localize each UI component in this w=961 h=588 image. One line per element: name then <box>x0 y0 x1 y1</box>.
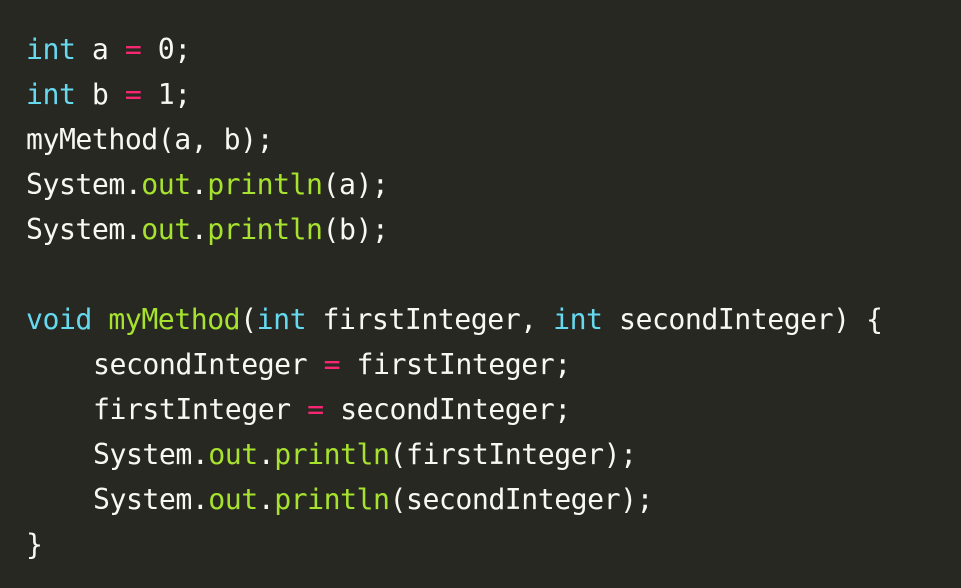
code-token: b <box>75 78 125 111</box>
operator-assign: = <box>124 78 142 111</box>
keyword-void: void <box>26 303 92 336</box>
keyword-int: int <box>256 303 307 336</box>
code-line-6-blank <box>26 252 961 297</box>
closing-brace: } <box>26 528 43 561</box>
code-line-3: myMethod(a, b); <box>26 117 961 162</box>
code-token: System. <box>93 483 209 516</box>
code-line-9: firstInteger = secondInteger; <box>26 387 961 432</box>
code-token: secondInteger; <box>323 393 571 426</box>
function-println: println <box>274 483 390 516</box>
code-line-5: System.out.println(b); <box>26 207 961 252</box>
code-token: 1; <box>141 78 191 111</box>
keyword-int: int <box>26 78 76 111</box>
code-token: (a); <box>322 168 389 201</box>
operator-assign: = <box>307 393 324 426</box>
function-println: println <box>207 168 323 201</box>
method-call: myMethod(a, b); <box>26 123 274 156</box>
code-token: firstInteger <box>93 393 308 426</box>
code-token: ( <box>240 303 257 336</box>
function-println: println <box>274 438 390 471</box>
code-token: a <box>75 33 125 66</box>
code-token: secondInteger) { <box>602 303 883 336</box>
code-token: . <box>257 483 275 516</box>
operator-assign: = <box>124 33 142 66</box>
code-token: System. <box>26 213 142 246</box>
code-line-8: secondInteger = firstInteger; <box>26 342 961 387</box>
code-token: System. <box>26 168 142 201</box>
code-token: (b); <box>322 213 389 246</box>
operator-assign: = <box>323 348 341 381</box>
code-token: . <box>190 168 208 201</box>
code-line-10: System.out.println(firstInteger); <box>26 432 961 477</box>
code-token: System. <box>93 438 209 471</box>
code-line-11: System.out.println(secondInteger); <box>26 477 961 522</box>
code-line-4: System.out.println(a); <box>26 162 961 207</box>
code-line-12: } <box>26 522 961 567</box>
keyword-int: int <box>553 303 603 336</box>
code-line-1: int a = 0; <box>26 27 961 72</box>
code-token: firstInteger, <box>306 303 554 336</box>
keyword-int: int <box>26 33 76 66</box>
function-name-mymethod: myMethod <box>108 303 241 336</box>
code-line-7: void myMethod(int firstInteger, int seco… <box>26 297 961 342</box>
function-println: println <box>207 213 323 246</box>
code-token: secondInteger <box>93 348 324 381</box>
code-line-2: int b = 1; <box>26 72 961 117</box>
code-token: 0; <box>141 33 191 66</box>
code-token: . <box>257 438 275 471</box>
field-out: out <box>141 213 191 246</box>
code-token: . <box>190 213 208 246</box>
code-token: firstInteger; <box>340 348 572 381</box>
field-out: out <box>208 483 258 516</box>
code-token: (firstInteger); <box>389 438 638 471</box>
code-token: (secondInteger); <box>389 483 654 516</box>
code-editor: int a = 0; int b = 1; myMethod(a, b); Sy… <box>0 0 961 588</box>
field-out: out <box>141 168 191 201</box>
field-out: out <box>208 438 258 471</box>
